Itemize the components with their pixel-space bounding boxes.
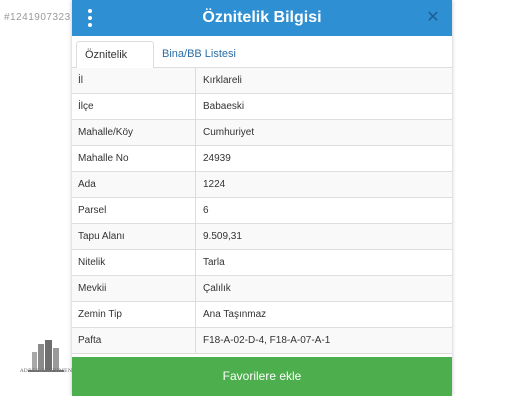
close-icon[interactable]: ✕: [424, 9, 442, 27]
attribute-value: Tarla: [203, 257, 225, 268]
attribute-value: Çalılık: [203, 283, 231, 294]
attribute-key: Tapu Alanı: [72, 224, 196, 249]
table-row: Mevkii Çalılık: [72, 276, 452, 302]
table-row: Zemin Tip Ana Taşınmaz: [72, 302, 452, 328]
table-row: Pafta F18-A-02-D-4, F18-A-07-A-1: [72, 328, 452, 354]
attribute-key: Mahalle/Köy: [72, 120, 196, 145]
attribute-value: 9.509,31: [203, 231, 242, 242]
table-row: Mahalle/Köy Cumhuriyet: [72, 120, 452, 146]
table-row: Parsel 6: [72, 198, 452, 224]
attribute-table: İl Kırklareli İlçe Babaeski Mahalle/Köy …: [72, 68, 452, 354]
attribute-key: Nitelik: [72, 250, 196, 275]
tab-attribute-info[interactable]: Öznitelik Bilgisi: [76, 41, 154, 87]
attribute-info-panel: Öznitelik Bilgisi ✕ Öznitelik Bilgisi Bi…: [72, 0, 452, 396]
attribute-value: 24939: [203, 153, 231, 164]
attribute-key: Pafta: [72, 328, 196, 353]
panel-title: Öznitelik Bilgisi: [202, 9, 322, 26]
attribute-key: Mahalle No: [72, 146, 196, 171]
attribute-key: Ada: [72, 172, 196, 197]
kebab-menu-icon[interactable]: [82, 9, 98, 27]
attribute-value: Ana Taşınmaz: [203, 309, 267, 320]
attribute-value: F18-A-02-D-4, F18-A-07-A-1: [203, 335, 331, 346]
background-left: [0, 0, 72, 396]
table-row: İl Kırklareli: [72, 68, 452, 94]
listing-id-watermark: #1241907323: [4, 12, 71, 23]
attribute-key: Mevkii: [72, 276, 196, 301]
attribute-value: Kırklareli: [203, 75, 242, 86]
attribute-value: Babaeski: [203, 101, 245, 112]
attribute-key: Parsel: [72, 198, 196, 223]
table-row: Ada 1224: [72, 172, 452, 198]
tab-bar: Öznitelik Bilgisi Bina/BB Listesi: [72, 41, 452, 87]
panel-header: Öznitelik Bilgisi ✕: [72, 0, 452, 36]
attribute-value: 1224: [203, 179, 226, 190]
tab-building-list[interactable]: Bina/BB Listesi: [154, 41, 244, 68]
table-row: Mahalle No 24939: [72, 146, 452, 172]
table-row: Tapu Alanı 9.509,31: [72, 224, 452, 250]
add-to-favorites-button[interactable]: Favorilere ekle: [72, 357, 452, 396]
attribute-key: Zemin Tip: [72, 302, 196, 327]
attribute-key: İl: [72, 68, 196, 93]
table-row: İlçe Babaeski: [72, 94, 452, 120]
background-right: [452, 0, 528, 396]
screenshot-page: #1241907323 ADRES GAYRIMENKUL Öznitelik …: [0, 0, 528, 396]
attribute-value: 6: [203, 205, 209, 216]
attribute-value: Cumhuriyet: [203, 127, 255, 138]
table-row: Nitelik Tarla: [72, 250, 452, 276]
attribute-key: İlçe: [72, 94, 196, 119]
